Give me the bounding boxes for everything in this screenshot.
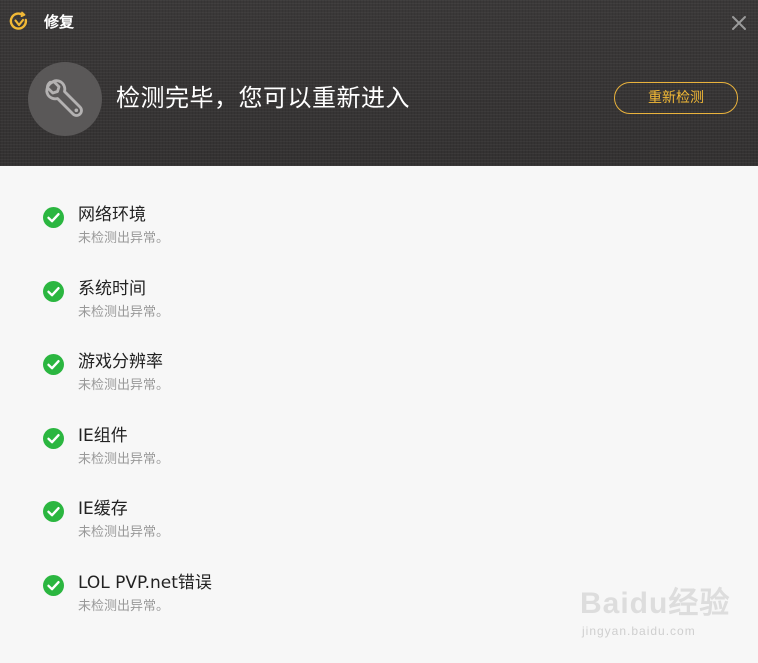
check-item-ie-component: IE组件 未检测出异常。 <box>0 387 700 467</box>
wrench-icon <box>45 79 83 117</box>
baidu-watermark: Baidu经验 jingyan.baidu.com <box>580 578 750 648</box>
check-circle-icon <box>43 575 64 596</box>
check-item-network: 网络环境 未检测出异常。 <box>0 166 700 246</box>
check-item-title: IE组件 <box>78 426 128 446</box>
watermark-url: jingyan.baidu.com <box>582 624 696 638</box>
header-panel: 修复 检测完毕，您可以重新进入 重新检测 <box>0 0 758 166</box>
check-item-ie-cache: IE缓存 未检测出异常。 <box>0 460 700 540</box>
check-item-title: 网络环境 <box>78 205 146 225</box>
check-item-title: IE缓存 <box>78 499 128 519</box>
watermark-brand: Baidu经验 <box>580 587 731 620</box>
check-circle-icon <box>43 354 64 375</box>
app-logo-icon <box>9 11 29 33</box>
check-item-status: 未检测出异常。 <box>78 599 170 614</box>
close-icon[interactable] <box>728 12 750 34</box>
status-title: 检测完毕，您可以重新进入 <box>116 84 410 112</box>
check-item-system-time: 系统时间 未检测出异常。 <box>0 240 700 320</box>
check-item-pvp-net: LOL PVP.net错误 未检测出异常。 <box>0 534 700 614</box>
window-title: 修复 <box>44 13 75 31</box>
check-circle-icon <box>43 428 64 449</box>
check-item-title: 系统时间 <box>78 279 146 299</box>
check-item-resolution: 游戏分辨率 未检测出异常。 <box>0 313 700 393</box>
recheck-button[interactable]: 重新检测 <box>614 82 738 114</box>
check-circle-icon <box>43 501 64 522</box>
check-item-title: LOL PVP.net错误 <box>78 573 212 593</box>
wrench-badge <box>28 62 102 136</box>
check-circle-icon <box>43 207 64 228</box>
check-circle-icon <box>43 281 64 302</box>
repair-window: 修复 检测完毕，您可以重新进入 重新检测 网络环境 未检测出异常。 系统时间 未… <box>0 0 758 663</box>
check-item-title: 游戏分辨率 <box>78 352 163 372</box>
